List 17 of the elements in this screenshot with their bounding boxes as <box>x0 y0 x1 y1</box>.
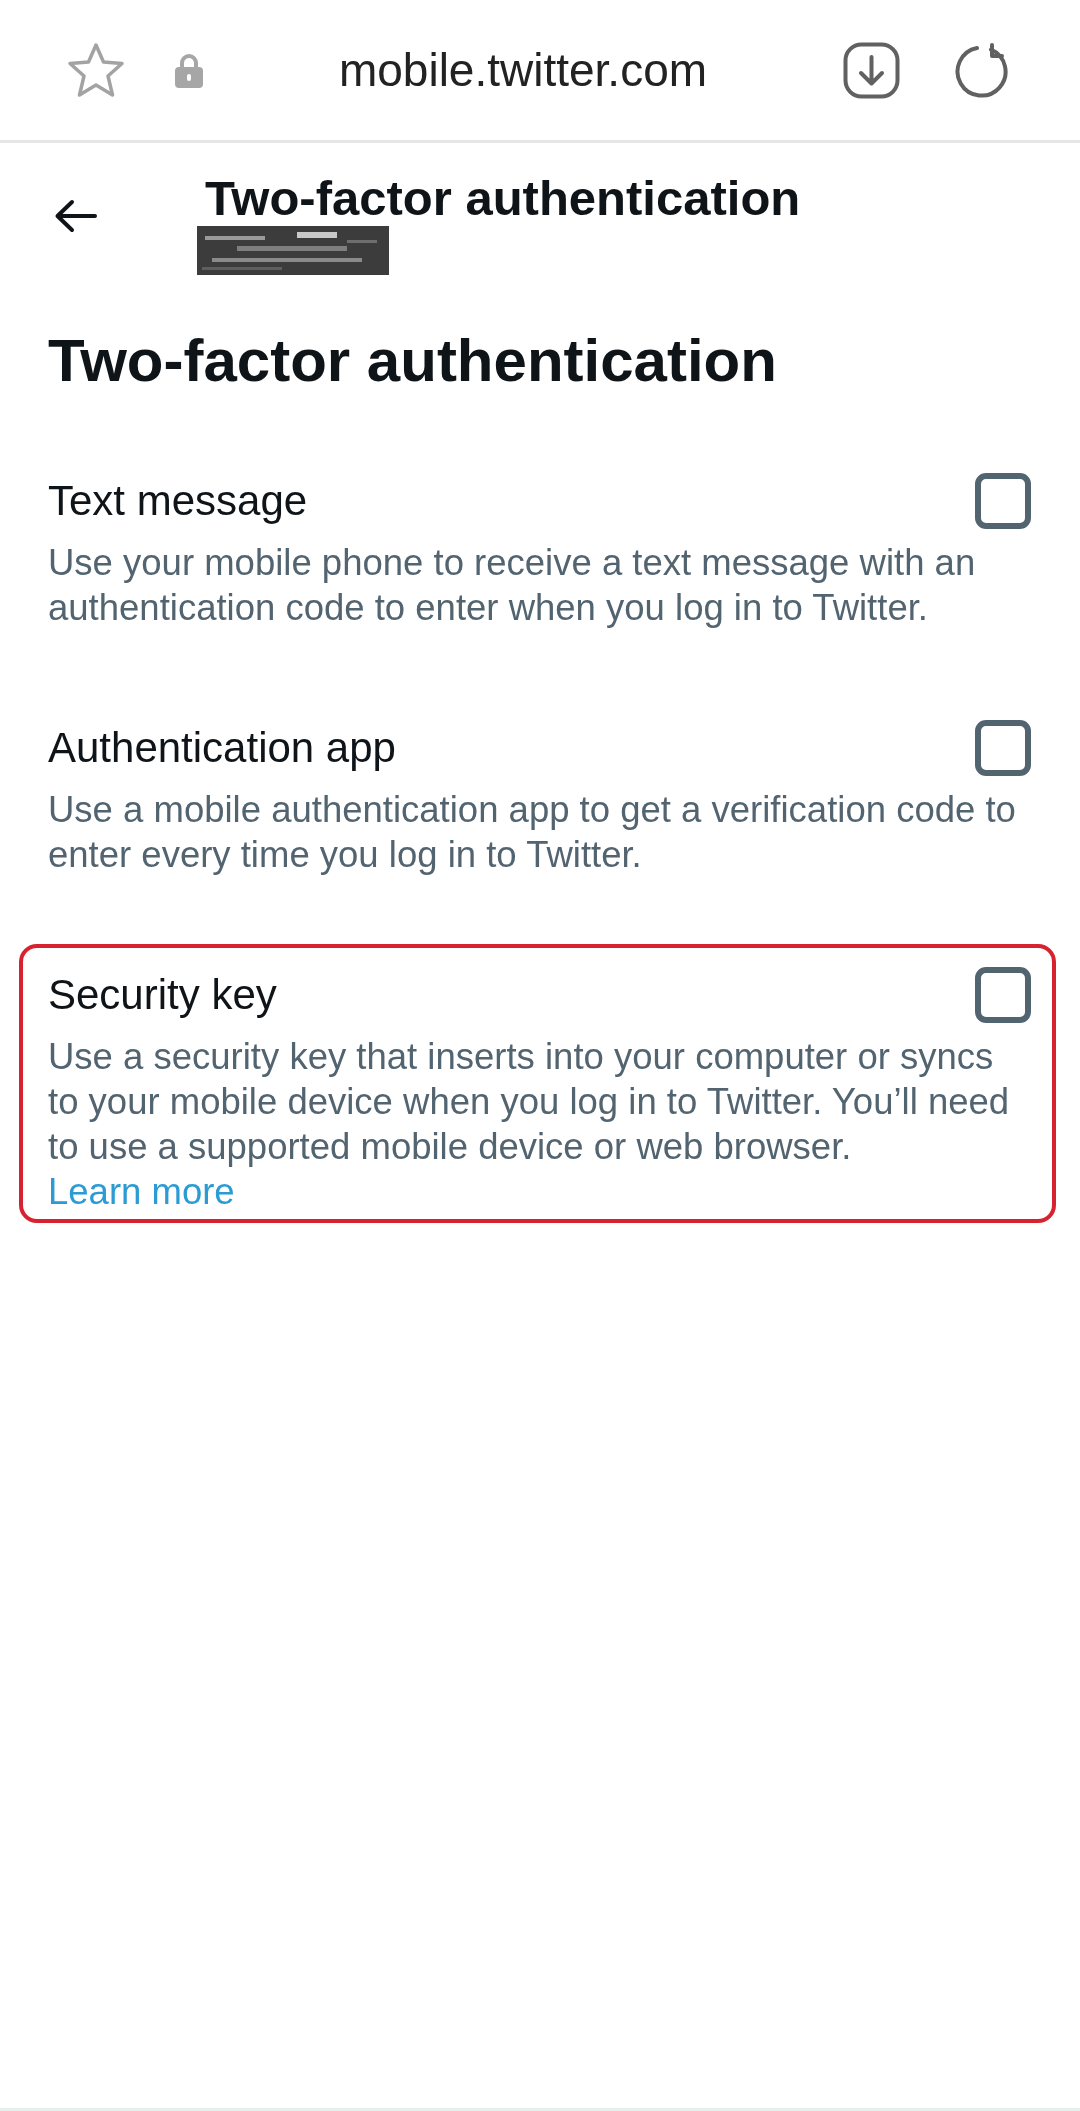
download-icon[interactable] <box>843 41 900 99</box>
option-label: Text message <box>48 477 308 524</box>
option-description: Use your mobile phone to receive a text message with an authentication code to enter when you log in to Twitter. <box>48 541 977 630</box>
lock-icon <box>175 52 203 88</box>
back-arrow-icon[interactable] <box>54 199 97 233</box>
refresh-icon[interactable] <box>955 42 1010 98</box>
option-description: Use a mobile authentication app to get a verification code to enter every time you log in to Twitter. <box>48 788 1017 877</box>
checkbox[interactable] <box>975 719 1031 776</box>
option-label: Authentication app <box>48 724 396 771</box>
checkbox[interactable] <box>975 966 1031 1023</box>
star-icon[interactable] <box>67 42 125 98</box>
option-label: Security key <box>48 971 277 1018</box>
header-title: Two-factor authentication <box>204 171 801 225</box>
option-description: Use a security key that inserts into your computer or syncs to your mobile device when you log in to Twitter. You’ll need to use a supported mobile device or web browser. Learn more <box>48 1035 1011 1214</box>
page-heading: Two-factor authentication <box>48 327 777 394</box>
url-text[interactable]: mobile.twitter.com <box>338 43 708 97</box>
checkbox[interactable] <box>975 472 1031 529</box>
